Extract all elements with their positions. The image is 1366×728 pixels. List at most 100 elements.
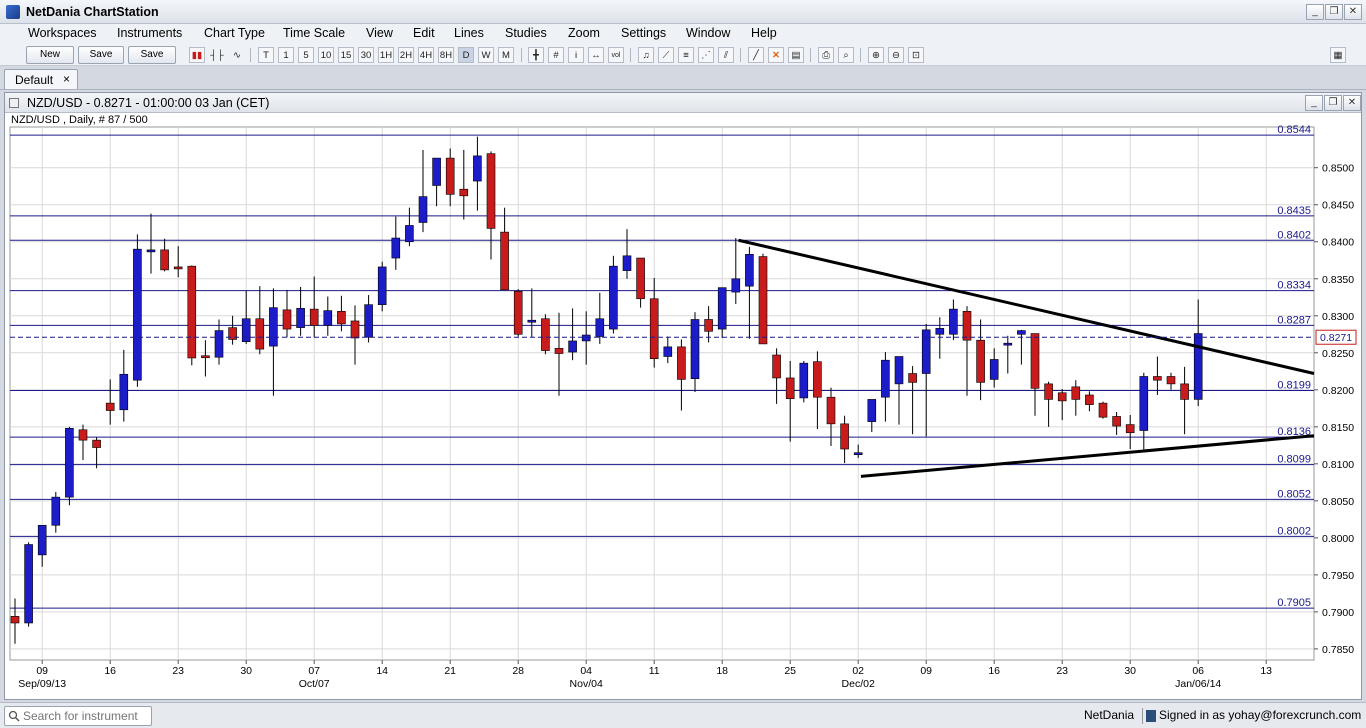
menu-workspaces[interactable]: Workspaces [28,26,97,40]
menu-zoom[interactable]: Zoom [568,26,600,40]
candle-body [989,359,999,380]
y-tick-label: 0.8500 [1322,163,1354,175]
candle-body [37,524,47,556]
candle-body [826,396,836,425]
menu-chart-type[interactable]: Chart Type [204,26,265,40]
print-preview-icon[interactable]: ⌕ [838,47,854,63]
timescale-15[interactable]: 15 [338,47,354,63]
fibonacci-icon[interactable]: ≡ [678,47,694,63]
crosshair-icon[interactable]: ╋ [528,47,544,63]
toolbar-separator [810,48,811,62]
candle-body [459,188,469,197]
panel-toggle-icon[interactable]: ▦ [1330,47,1346,63]
candle-body [949,308,958,335]
timescale-d[interactable]: D [458,47,474,63]
candle-body [731,278,741,293]
candlestick-chart-icon[interactable]: ▮▮ [189,47,205,63]
menu-view[interactable]: View [366,26,393,40]
timescale-4h[interactable]: 4H [418,47,434,63]
scroll-arrows-icon[interactable]: ↔ [588,47,604,63]
candle-body [187,265,197,359]
menu-help[interactable]: Help [751,26,777,40]
y-tick-label: 0.8050 [1322,496,1354,508]
grid-icon[interactable]: # [548,47,564,63]
menu-studies[interactable]: Studies [505,26,547,40]
zoom-in-icon[interactable]: ⊕ [868,47,884,63]
candle-body [473,155,482,182]
menu-bar: Workspaces Instruments Chart Type Time S… [0,24,1366,44]
draw-line-icon[interactable]: ╱ [748,47,764,63]
tab-close-icon[interactable]: × [63,72,70,86]
candle-body [908,373,917,383]
close-button[interactable]: ✕ [1344,4,1362,20]
timescale-5[interactable]: 5 [298,47,314,63]
y-tick-label: 0.8200 [1322,385,1354,397]
candle-body [595,318,605,337]
delete-drawings-icon[interactable]: ✕ [768,47,784,63]
fan-lines-icon[interactable]: ⋰ [698,47,714,63]
line-chart-icon[interactable]: ∿ [229,47,245,63]
x-tick-label: 30 [240,665,252,677]
save-button[interactable]: Save [78,46,124,64]
candle-body [636,257,645,300]
menu-window[interactable]: Window [686,26,730,40]
candle-body [541,318,550,351]
toolbar: New Save Save as... ▮▮ ┤├ ∿ T 1 5 10 15 … [0,44,1366,76]
timescale-10[interactable]: 10 [318,47,334,63]
tab-default[interactable]: Default × [4,69,78,89]
ohlc-bar-icon[interactable]: ┤├ [209,47,225,63]
candle-body [1044,383,1053,400]
candle-body [1030,333,1040,389]
timescale-m[interactable]: M [498,47,514,63]
candle-body [962,311,972,341]
save-as-button[interactable]: Save as... [128,46,176,76]
timescale-2h[interactable]: 2H [398,47,414,63]
menu-lines[interactable]: Lines [454,26,484,40]
timescale-1[interactable]: 1 [278,47,294,63]
y-tick-label: 0.8350 [1322,274,1354,286]
new-button[interactable]: New [26,46,74,64]
x-tick-label: 28 [512,665,524,677]
menu-settings[interactable]: Settings [621,26,666,40]
menu-time-scale[interactable]: Time Scale [283,26,345,40]
timescale-1h[interactable]: 1H [378,47,394,63]
candle-body [799,362,809,399]
timescale-30[interactable]: 30 [358,47,374,63]
zoom-out-icon[interactable]: ⊖ [888,47,904,63]
timescale-8h[interactable]: 8H [438,47,454,63]
candle-body [677,346,686,380]
x-month-label: Nov/04 [570,678,603,690]
candle-body [350,320,360,339]
info-icon[interactable]: i [568,47,584,63]
candle-body [160,249,169,271]
search-box[interactable] [4,706,152,726]
volume-icon[interactable]: vol [608,47,624,63]
x-tick-label: 04 [580,665,592,677]
menu-instruments[interactable]: Instruments [117,26,182,40]
candle-body [500,231,509,291]
y-tick-label: 0.8400 [1322,237,1354,249]
bell-icon[interactable]: ♫ [638,47,654,63]
minimize-button[interactable]: _ [1306,4,1324,20]
status-separator [1142,708,1143,724]
toolbar-separator [630,48,631,62]
candle-body [1057,392,1067,402]
candle-body [840,423,849,450]
x-tick-label: 06 [1192,665,1204,677]
properties-icon[interactable]: ▤ [788,47,804,63]
search-input[interactable] [23,708,149,724]
print-icon[interactable]: ⎙ [818,47,834,63]
candle-body [1193,333,1203,400]
tab-label: Default [15,73,54,87]
maximize-button[interactable]: ❐ [1325,4,1343,20]
channel-icon[interactable]: ⫽ [718,47,734,63]
level-label: 0.7905 [1277,597,1311,609]
zoom-reset-icon[interactable]: ⊡ [908,47,924,63]
timescale-w[interactable]: W [478,47,494,63]
trendline-icon[interactable]: ⟋ [658,47,674,63]
price-chart[interactable]: 09 16 23 30 07 14 21 28 04 11 18 25 02 09 16 23 30 06 13 Se… [5,93,1361,699]
menu-edit[interactable]: Edit [413,26,435,40]
candle-body [65,427,74,498]
candle-body [309,308,319,326]
timescale-t[interactable]: T [258,47,274,63]
